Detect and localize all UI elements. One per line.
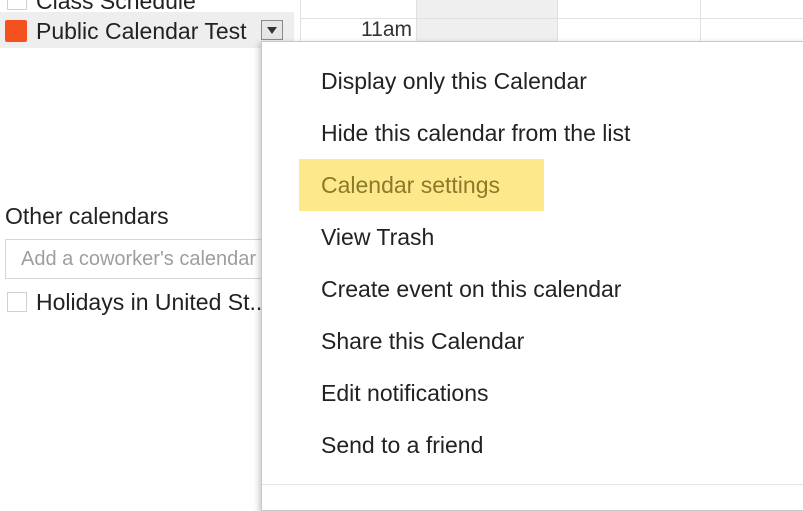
- grid-shaded-cell: [416, 0, 557, 41]
- calendar-item-label: Holidays in United St...: [36, 289, 269, 315]
- time-label-11am: 11am: [361, 18, 412, 41]
- menu-item-view-trash[interactable]: View Trash: [299, 211, 456, 263]
- menu-item-send-to-friend[interactable]: Send to a friend: [299, 419, 505, 471]
- menu-item-display-only[interactable]: Display only this Calendar: [299, 55, 609, 107]
- calendar-context-menu: Display only this Calendar Hide this cal…: [261, 41, 803, 511]
- menu-item-create-event[interactable]: Create event on this calendar: [299, 263, 643, 315]
- calendar-checkbox[interactable]: [7, 0, 27, 10]
- calendar-options-button[interactable]: [261, 20, 283, 40]
- menu-item-hide-calendar[interactable]: Hide this calendar from the list: [299, 107, 652, 159]
- calendar-item-label: Public Calendar Test: [36, 18, 247, 44]
- calendar-color-swatch[interactable]: [5, 20, 27, 42]
- menu-item-share-calendar[interactable]: Share this Calendar: [299, 315, 546, 367]
- menu-item-calendar-settings[interactable]: Calendar settings: [299, 159, 544, 211]
- menu-divider: [262, 484, 803, 485]
- menu-item-edit-notifications[interactable]: Edit notifications: [299, 367, 510, 419]
- other-calendars-heading: Other calendars: [5, 203, 169, 229]
- chevron-down-icon: [267, 26, 277, 34]
- calendar-checkbox[interactable]: [7, 292, 27, 312]
- add-coworker-calendar-input[interactable]: [5, 239, 295, 279]
